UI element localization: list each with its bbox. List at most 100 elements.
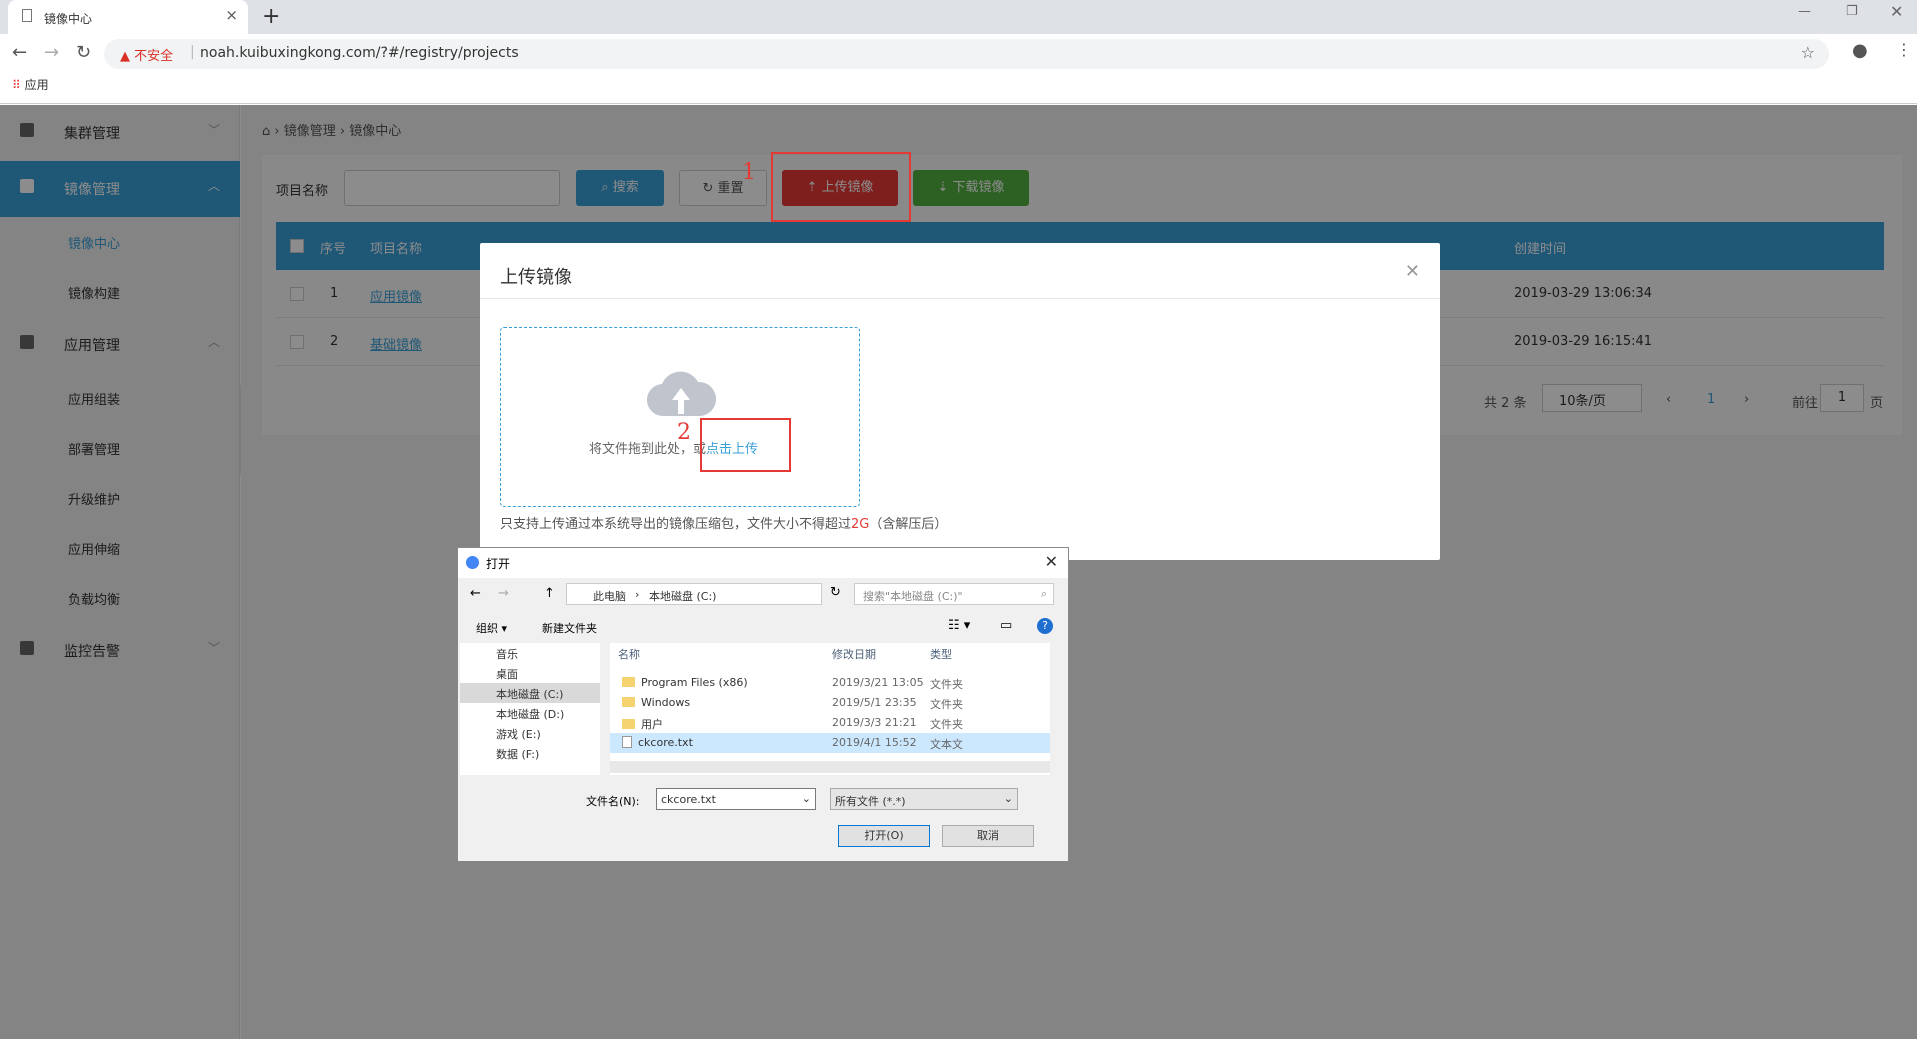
url-text[interactable]: noah.kuibuxingkong.com/?#/registry/proje… (200, 45, 519, 61)
tree-label: 桌面 (496, 668, 518, 681)
chrome-icon (466, 556, 479, 569)
file-date: 2019/3/3 21:21 (832, 716, 917, 729)
path-bar[interactable]: 此电脑 › 本地磁盘 (C:) (566, 583, 822, 605)
filetype-select[interactable]: 所有文件 (*.*) ⌄ (830, 788, 1018, 810)
hint-suffix: （含解压后） (869, 517, 948, 532)
dialog-title: 上传镜像 (500, 267, 572, 288)
file-list: 名称 修改日期 类型 Program Files (x86) 2019/3/21 … (610, 643, 1050, 775)
tab-title: 镜像中心 (44, 12, 93, 26)
file-row-selected[interactable]: ckcore.txt 2019/4/1 15:52 文本文 (610, 733, 1050, 753)
annotation-box-2 (700, 418, 791, 472)
separator: | (190, 44, 195, 60)
reload-icon[interactable]: ↻ (76, 42, 91, 63)
profile-icon[interactable]: ● (1852, 40, 1868, 61)
filename-label: 文件名(N): (586, 795, 640, 808)
file-row[interactable]: Program Files (x86) 2019/3/21 13:05 文件夹 (610, 673, 1050, 693)
tree-item-music[interactable]: 音乐 (460, 643, 600, 663)
tree-label: 数据 (F:) (496, 748, 540, 761)
close-icon[interactable]: ✕ (1045, 552, 1058, 571)
file-dialog-title: 打开 (486, 557, 511, 571)
address-bar-area: ← → ↻ ▲ 不安全 | noah.kuibuxingkong.com/?#/… (0, 34, 1917, 104)
tree-item-drive-d[interactable]: 本地磁盘 (D:) (460, 703, 600, 723)
apps-icon: ⠿ (12, 78, 21, 92)
filetype-value: 所有文件 (*.*) (835, 795, 906, 808)
browser-tab[interactable]: 镜像中心 × (8, 0, 248, 34)
file-list-header: 名称 修改日期 类型 (610, 643, 1050, 663)
file-name: ckcore.txt (638, 736, 693, 749)
organize-menu[interactable]: 组织 ▾ (476, 620, 507, 636)
up-icon[interactable]: ↑ (544, 586, 555, 601)
column-type[interactable]: 类型 (930, 646, 952, 662)
hint-limit: 2G (851, 517, 870, 532)
restore-icon[interactable]: ❐ (1846, 4, 1858, 19)
file-type: 文件夹 (930, 678, 963, 691)
file-type: 文件夹 (930, 718, 963, 731)
chevron-down-icon[interactable]: ⌄ (802, 792, 811, 805)
browser-tab-bar: 镜像中心 × + — ❐ ✕ (0, 0, 1917, 34)
tree-item-desktop[interactable]: 桌面 (460, 663, 600, 683)
file-date: 2019/5/1 23:35 (832, 696, 917, 709)
star-icon[interactable]: ☆ (1801, 43, 1815, 62)
tree-label: 音乐 (496, 648, 518, 661)
tree-item-drive-e[interactable]: 游戏 (E:) (460, 723, 600, 743)
annotation-number-1: 1 (742, 160, 756, 185)
folder-icon (622, 677, 635, 687)
refresh-icon[interactable]: ↻ (830, 585, 841, 600)
file-open-dialog: 打开 ✕ ← → ↑ 此电脑 › 本地磁盘 (C:) ↻ 搜索"本地磁盘 (C:… (457, 547, 1069, 861)
view-options-icon[interactable]: ☷ ▾ (948, 618, 970, 633)
minimize-icon[interactable]: — (1798, 4, 1811, 19)
back-icon[interactable]: ← (12, 42, 27, 63)
filename-input[interactable]: ckcore.txt ⌄ (656, 788, 816, 810)
insecure-warning[interactable]: ▲ 不安全 (120, 45, 173, 64)
close-tab-icon[interactable]: × (225, 6, 238, 24)
omnibox[interactable]: ▲ 不安全 | noah.kuibuxingkong.com/?#/regist… (104, 39, 1829, 69)
search-icon: ⌕ (1040, 587, 1047, 600)
search-placeholder: 搜索"本地磁盘 (C:)" (863, 590, 963, 603)
path-this-pc[interactable]: 此电脑 (593, 588, 626, 604)
tree-label: 游戏 (E:) (496, 728, 541, 741)
text-file-icon (622, 736, 632, 748)
horizontal-scrollbar[interactable] (610, 761, 1050, 773)
apps-label: 应用 (24, 78, 49, 92)
tree-label: 本地磁盘 (C:) (496, 688, 564, 701)
page-icon (22, 9, 32, 22)
file-name: Windows (641, 696, 691, 709)
upload-dialog: 上传镜像 ✕ 将文件拖到此处，或点击上传 只支持上传通过本系统导出的镜像压缩包，… (480, 243, 1440, 560)
close-icon[interactable]: ✕ (1405, 261, 1420, 282)
help-icon[interactable]: ? (1037, 618, 1053, 634)
search-box[interactable]: 搜索"本地磁盘 (C:)" ⌕ (854, 583, 1054, 605)
upload-dropzone[interactable]: 将文件拖到此处，或点击上传 (500, 327, 860, 507)
new-tab-button[interactable]: + (262, 4, 280, 29)
file-row[interactable]: Windows 2019/5/1 23:35 文件夹 (610, 693, 1050, 713)
file-row[interactable]: 用户 2019/3/3 21:21 文件夹 (610, 713, 1050, 733)
path-drive-c[interactable]: 本地磁盘 (C:) (649, 588, 716, 604)
bookmarks-bar[interactable]: ⠿ 应用 (12, 76, 49, 93)
new-folder-button[interactable]: 新建文件夹 (542, 620, 597, 636)
forward-icon[interactable]: → (44, 42, 59, 63)
navigation-tree: 音乐 桌面 本地磁盘 (C:) 本地磁盘 (D:) 游戏 (E:) 数据 (F:… (460, 643, 600, 775)
upload-hint: 只支持上传通过本系统导出的镜像压缩包，文件大小不得超过2G（含解压后） (500, 513, 947, 532)
menu-icon[interactable]: ⋮ (1896, 40, 1912, 59)
hint-prefix: 只支持上传通过本系统导出的镜像压缩包，文件大小不得超过 (500, 517, 852, 532)
tree-item-drive-c[interactable]: 本地磁盘 (C:) (460, 683, 600, 703)
filename-value: ckcore.txt (661, 793, 716, 806)
file-type: 文件夹 (930, 698, 963, 711)
column-modified[interactable]: 修改日期 (832, 646, 876, 662)
divider (480, 298, 1440, 299)
window-close-icon[interactable]: ✕ (1890, 2, 1903, 21)
file-type: 文本文 (930, 738, 963, 751)
annotation-box-1 (771, 152, 911, 222)
back-icon[interactable]: ← (470, 586, 481, 601)
column-name[interactable]: 名称 (618, 646, 640, 662)
chevron-down-icon: ⌄ (1003, 792, 1013, 805)
cancel-button[interactable]: 取消 (942, 825, 1034, 847)
annotation-number-2: 2 (677, 420, 691, 445)
preview-pane-icon[interactable]: ▭ (1000, 618, 1012, 633)
file-name: Program Files (x86) (641, 676, 748, 689)
file-date: 2019/3/21 13:05 (832, 676, 924, 689)
open-button[interactable]: 打开(O) (838, 825, 930, 847)
tree-label: 本地磁盘 (D:) (496, 708, 565, 721)
tree-item-drive-f[interactable]: 数据 (F:) (460, 743, 600, 763)
forward-icon[interactable]: → (498, 586, 509, 601)
cloud-upload-icon (647, 371, 716, 417)
